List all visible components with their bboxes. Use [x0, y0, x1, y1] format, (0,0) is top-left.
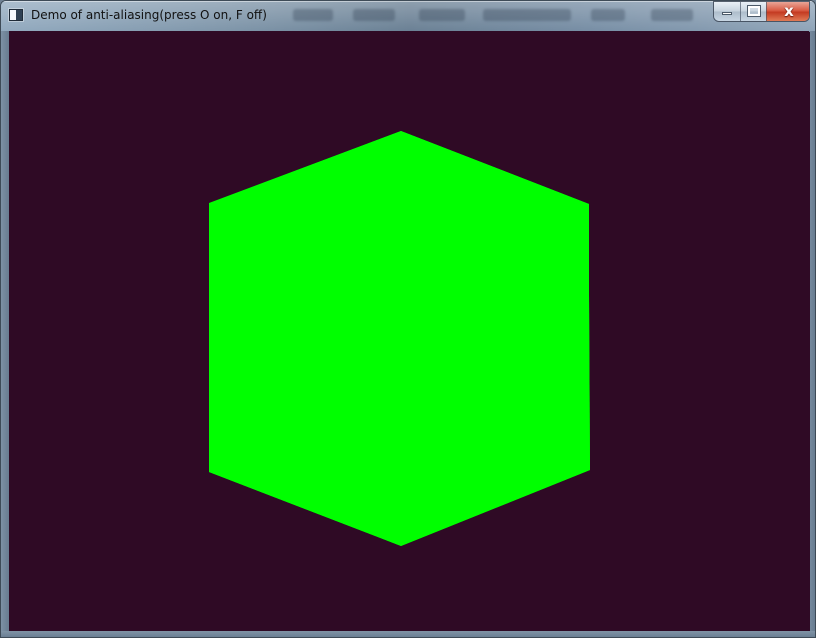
close-button[interactable]: x: [766, 2, 809, 21]
left-window-border: [1, 31, 9, 631]
render-canvas[interactable]: [9, 31, 810, 632]
maximize-button[interactable]: [740, 2, 766, 21]
close-icon: x: [784, 2, 794, 20]
blurred-background-text: [483, 9, 571, 21]
minimize-button[interactable]: [714, 2, 740, 21]
title-bar[interactable]: Demo of anti-aliasing(press O on, F off)…: [1, 1, 815, 31]
blurred-background-text: [353, 9, 395, 21]
window-title: Demo of anti-aliasing(press O on, F off): [31, 8, 267, 22]
blurred-background-text: [591, 9, 625, 21]
application-icon: [9, 9, 23, 21]
minimize-icon: [722, 12, 732, 15]
opengl-scene: [10, 32, 810, 632]
app-window: Demo of anti-aliasing(press O on, F off)…: [0, 0, 816, 638]
blurred-background-text: [293, 9, 333, 21]
maximize-icon: [747, 5, 761, 17]
bottom-window-border: [1, 631, 815, 637]
blurred-background-text: [419, 9, 465, 21]
blurred-background-text: [651, 9, 693, 21]
window-controls: x: [714, 2, 809, 21]
